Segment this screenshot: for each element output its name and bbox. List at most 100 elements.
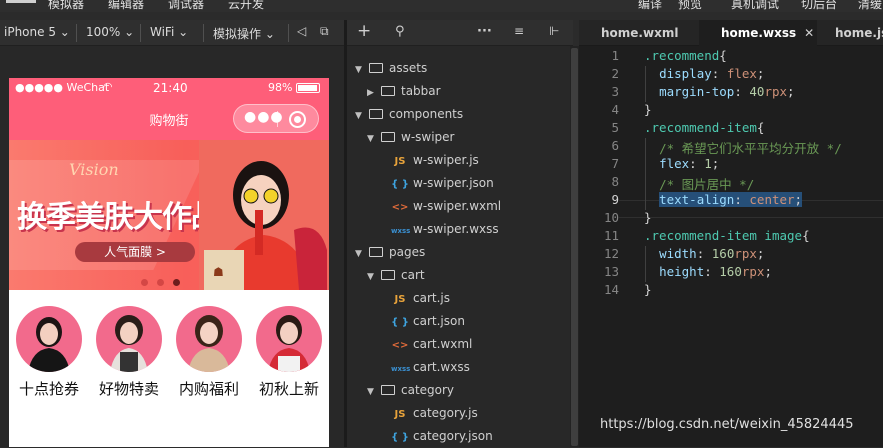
folder-icon	[381, 132, 395, 142]
tree-file[interactable]: JS cart.js	[391, 288, 450, 308]
code-line[interactable]: /* 图片居中 */	[644, 174, 754, 193]
tree-file[interactable]: wxss cart.wxss	[391, 357, 470, 377]
code-line[interactable]: width: 160rpx;	[644, 246, 764, 261]
line-number: 7	[611, 156, 619, 171]
add-icon[interactable]: +	[357, 21, 371, 41]
simulate-ops-label: 模拟操作	[213, 27, 262, 41]
menu-cloud[interactable]: 云开发	[228, 0, 264, 12]
tree-file[interactable]: <> w-swiper.wxml	[391, 196, 502, 216]
wxml-file-icon: <>	[391, 202, 409, 213]
tree-label: pages	[389, 245, 426, 259]
code-line[interactable]: }	[644, 102, 652, 117]
tab-home-wxss[interactable]: home.wxss ✕	[699, 20, 817, 46]
recommend-item[interactable]: 初秋上新	[249, 306, 329, 399]
collapse-icon[interactable]: ≡	[514, 24, 524, 38]
menu-capsule[interactable]: ●●●	[233, 104, 319, 133]
tree-folder[interactable]: ▼ w-swiper	[367, 127, 454, 147]
close-miniprogram-icon[interactable]	[289, 111, 306, 128]
zoom-select[interactable]: 100% ⌄	[86, 25, 134, 39]
recommend-list: 十点抢券 好物特卖 内购福利 初秋上新	[9, 290, 329, 447]
tree-file[interactable]: { } category.json	[391, 426, 493, 446]
tree-file[interactable]: { } cart.json	[391, 311, 465, 331]
tree-file[interactable]: wxss w-swiper.wxss	[391, 219, 499, 239]
tree-file[interactable]: JS category.js	[391, 403, 478, 423]
menu-compile[interactable]: 编译	[638, 0, 662, 12]
chevron-down-icon[interactable]: ▼	[367, 129, 379, 149]
code-line[interactable]: }	[644, 210, 652, 225]
recommend-label: 十点抢券	[18, 380, 79, 398]
status-time: 21:40	[153, 81, 188, 95]
chevron-down-icon[interactable]: ▼	[355, 60, 367, 80]
banner-pill-button[interactable]: 人气面膜 >	[75, 242, 195, 262]
tree-folder[interactable]: ▼ components	[355, 104, 463, 124]
menu-editor[interactable]: 编辑器	[108, 0, 144, 12]
code-line[interactable]: .recommend-item image{	[644, 228, 810, 243]
tree-label: w-swiper.json	[413, 176, 494, 190]
tree-file[interactable]: JS w-swiper.js	[391, 150, 479, 170]
simulate-ops-select[interactable]: 模拟操作 ⌄	[213, 25, 275, 42]
file-tree: ▼ assets ▶ tabbar ▼ components ▼ w-swiper JS w-sw…	[347, 46, 573, 447]
code-line[interactable]: text-align: center;	[644, 192, 803, 207]
swiper-indicator[interactable]	[141, 271, 189, 290]
tree-folder[interactable]: ▼ cart	[367, 265, 425, 285]
chevron-down-icon[interactable]: ▼	[367, 267, 379, 287]
tab-home-js[interactable]: home.js	[813, 20, 883, 46]
more-icon[interactable]: ···	[477, 24, 492, 39]
js-file-icon: JS	[394, 409, 406, 420]
code-line[interactable]: /* 希望它们水平平均分开放 */	[644, 138, 842, 157]
swiper-banner[interactable]: Vision 换季美肤大作战 人气面膜 > ☗	[9, 140, 329, 290]
code-line[interactable]: flex: 1;	[644, 156, 719, 171]
code-editor[interactable]: 1 .recommend{2 display: flex; 3 margin-top…	[579, 46, 883, 447]
code-line[interactable]: .recommend{	[644, 48, 727, 63]
code-line[interactable]: margin-top: 40rpx;	[644, 84, 795, 99]
tab-home-wxml[interactable]: home.wxml	[579, 20, 679, 46]
menu-preview[interactable]: 预览	[678, 0, 702, 12]
code-line[interactable]: }	[644, 282, 652, 297]
tree-label: w-swiper.wxss	[413, 222, 499, 236]
navigation-bar: 购物街 ●●●	[9, 98, 329, 140]
menu-background[interactable]: 切后台	[801, 0, 837, 12]
recommend-avatar	[16, 306, 82, 372]
tree-folder[interactable]: ▼ assets	[355, 58, 427, 78]
device-label: iPhone 5	[4, 25, 56, 39]
simulator-area: ●●●●● WeChat ◠ 21:40 98% 购物街 ●●● Vision …	[0, 46, 344, 447]
file-tree-scrollbar[interactable]	[570, 46, 579, 447]
tree-file[interactable]: { } w-swiper.json	[391, 173, 494, 193]
recommend-item[interactable]: 内购福利	[169, 306, 249, 399]
search-icon[interactable]: ⚲	[395, 24, 405, 39]
tree-folder[interactable]: ▼ pages	[355, 242, 425, 262]
network-select[interactable]: WiFi ⌄	[150, 25, 188, 39]
chevron-down-icon[interactable]: ▼	[355, 244, 367, 264]
menu-clear-cache[interactable]: 清缓	[858, 0, 882, 12]
json-file-icon: { }	[391, 317, 409, 328]
folder-icon	[381, 270, 395, 280]
chevron-down-icon[interactable]: ▼	[355, 106, 367, 126]
capsule-divider	[277, 111, 278, 127]
simulator-toolbar: iPhone 5 ⌄ 100% ⌄ WiFi ⌄ 模拟操作 ⌄ ◁ ⧉	[0, 20, 344, 46]
device-select[interactable]: iPhone 5 ⌄	[4, 25, 70, 39]
tree-file[interactable]: <> cart.wxml	[391, 334, 473, 354]
recommend-label: 内购福利	[178, 380, 239, 398]
banner-model-image: ☗	[199, 140, 329, 290]
code-line[interactable]: height: 160rpx;	[644, 264, 772, 279]
menu-simulator[interactable]: 模拟器	[48, 0, 84, 12]
menu-remote-debug[interactable]: 真机调试	[731, 0, 779, 12]
recommend-label: 初秋上新	[258, 380, 319, 398]
recommend-item[interactable]: 好物特卖	[89, 306, 169, 399]
scrollbar-thumb[interactable]	[571, 48, 578, 446]
tree-label: cart.wxss	[413, 360, 470, 374]
phone-screen: ●●●●● WeChat ◠ 21:40 98% 购物街 ●●● Vision …	[9, 78, 329, 447]
split-icon[interactable]: ⊩	[549, 24, 559, 38]
speaker-icon[interactable]: ◁	[297, 24, 306, 38]
recommend-avatar	[256, 306, 322, 372]
chevron-right-icon[interactable]: ▶	[367, 83, 379, 103]
chevron-down-icon[interactable]: ▼	[367, 382, 379, 402]
detach-window-icon[interactable]: ⧉	[320, 24, 329, 39]
code-line[interactable]: .recommend-item{	[644, 120, 764, 135]
menu-debugger[interactable]: 调试器	[168, 0, 204, 12]
tree-folder[interactable]: ▶ tabbar	[367, 81, 441, 101]
file-tree-toolbar: + ⚲ ··· ≡ ⊩	[347, 20, 573, 46]
recommend-item[interactable]: 十点抢券	[9, 306, 89, 399]
code-line[interactable]: display: flex;	[644, 66, 764, 81]
tree-folder[interactable]: ▼ category	[367, 380, 454, 400]
